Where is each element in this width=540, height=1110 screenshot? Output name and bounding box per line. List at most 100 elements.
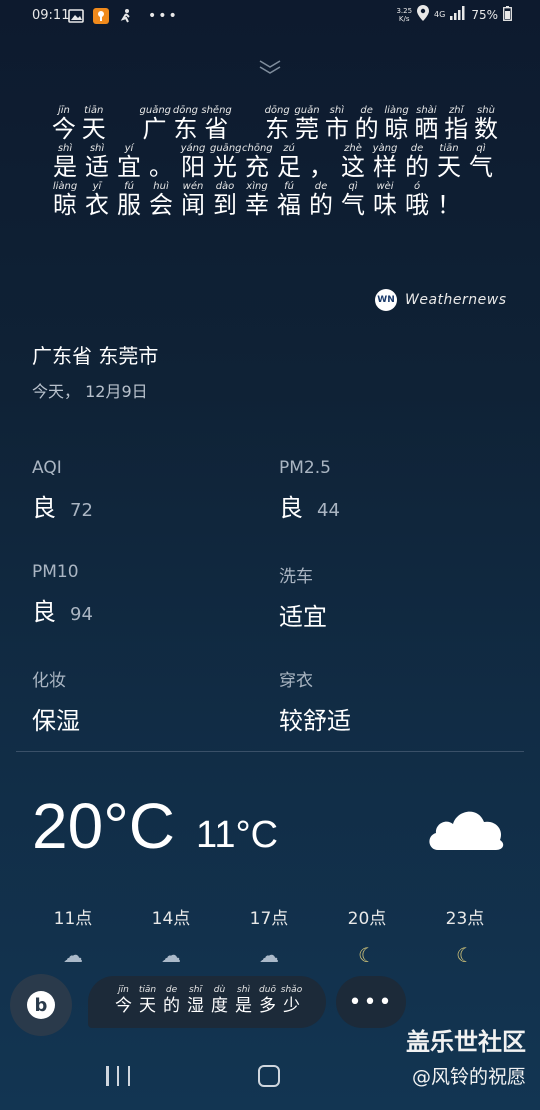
ruby-char: qì 气 [466, 142, 496, 180]
index-label: 穿衣 [279, 671, 313, 691]
hanzi: 闻 [181, 191, 205, 219]
ruby-char: chōng 充 [242, 142, 273, 180]
index-value: 良 [279, 494, 303, 522]
ruby-char: shì 是 [232, 984, 255, 1016]
signal-icon [450, 6, 466, 23]
hanzi: 阳 [181, 153, 205, 181]
pinyin: dù [213, 985, 226, 995]
ruby-char: 。 [146, 142, 176, 180]
location-icon [417, 5, 430, 24]
home-button[interactable] [258, 1065, 280, 1087]
pinyin: shī [189, 985, 202, 995]
hanzi: 到 [213, 191, 237, 219]
collapse-chevron-icon[interactable] [258, 58, 282, 76]
ruby-char: huì 会 [146, 180, 176, 218]
pinyin: de [165, 985, 178, 995]
ruby-char: wèi 味 [370, 180, 400, 218]
ruby-char [233, 104, 261, 142]
ruby-char: tiān 天 [80, 104, 108, 142]
ruby-char: tiān 天 [434, 142, 464, 180]
ruby-char: xìng 幸 [242, 180, 272, 218]
hanzi: 福 [277, 191, 301, 219]
ruby-char: wén 闻 [178, 180, 208, 218]
hanzi: 今 [115, 996, 132, 1016]
hanzi: 市 [324, 115, 349, 143]
hanzi: 天 [81, 115, 106, 143]
index-pm10: PM10 良 94 [32, 562, 252, 627]
ruby-char: yí 宜 [114, 142, 144, 180]
hanzi: 天 [437, 153, 461, 181]
hanzi: 。 [149, 153, 173, 181]
location-title: 广东省 东莞市 [32, 344, 159, 368]
hanzi: 衣 [85, 191, 109, 219]
cloud-icon [424, 800, 508, 856]
status-bar: 09:11 ••• 3.25 K/s 4G 75% [0, 0, 540, 34]
hanzi: 光 [213, 153, 237, 181]
moon-icon: ☾ [358, 943, 376, 967]
index-label: PM10 [32, 562, 79, 582]
ruby-char: liàng 晾 [50, 180, 80, 218]
index-label: PM2.5 [279, 458, 331, 478]
pinyin: shǎo [280, 985, 303, 995]
ruby-char: de 的 [160, 984, 183, 1016]
hanzi: 适 [85, 153, 109, 181]
current-temperature: 20°C [32, 790, 175, 862]
ruby-char: liàng 晾 [383, 104, 411, 142]
hanzi: 会 [149, 191, 173, 219]
app-notification-icon [93, 7, 109, 25]
hour-label: 17点 [249, 909, 289, 929]
ruby-char: guāng 光 [210, 142, 242, 181]
ruby-char: shài 晒 [412, 104, 440, 142]
hanzi: 广 [142, 115, 167, 143]
hanzi: 湿 [187, 996, 204, 1016]
hour-label: 14点 [151, 909, 191, 929]
ruby-char: de 的 [306, 180, 336, 218]
bixby-button[interactable]: b [10, 974, 72, 1036]
network-speed: 3.25 K/s [396, 7, 412, 23]
hour-label: 23点 [445, 909, 485, 929]
hanzi: 少 [283, 996, 300, 1016]
ruby-char: yáng 阳 [178, 142, 208, 180]
recent-apps-button[interactable] [106, 1066, 130, 1088]
hanzi: 度 [211, 996, 228, 1016]
ruby-char: fú 服 [114, 180, 144, 218]
hanzi: 莞 [294, 115, 319, 143]
hanzi: 多 [259, 996, 276, 1016]
weathernews-logo: WN [375, 289, 397, 311]
sentence-line: shì 是 shì 适 yí 宜。 yáng 阳 guāng 光 chōng 充 zú 足， zhè 这 yàn… [50, 142, 500, 180]
hanzi: 天 [139, 996, 156, 1016]
ruby-char: shī 湿 [184, 984, 207, 1016]
hanzi: 幸 [245, 191, 269, 219]
speed-unit: K/s [398, 14, 410, 23]
walking-icon [118, 7, 134, 25]
index-label: 化妆 [32, 671, 66, 691]
hanzi: 宜 [117, 153, 141, 181]
ruby-char: qì 气 [338, 180, 368, 218]
index-clothing: 穿衣 较舒适 [279, 666, 499, 736]
navigation-bar [0, 1058, 540, 1098]
hanzi: 是 [53, 153, 77, 181]
weathernews-attribution[interactable]: WN Weathernews [375, 289, 507, 311]
bixby-response-text: jīn 今 tiān 天 guǎng 广 dōng 东 shěng 省 dōng 东 guǎn 莞 sh… [50, 104, 500, 218]
hourly-forecast: 11点 ☁ 14点 ☁ 17点 ☁ 20点 ☾ 23点 ☾ [24, 904, 524, 967]
ruby-char: ， [306, 142, 336, 180]
speed-value: 3.25 [396, 6, 413, 15]
hanzi: 东 [173, 115, 198, 143]
index-label: 洗车 [279, 567, 313, 587]
battery-percent: 75% [471, 7, 498, 22]
user-query-bubble[interactable]: jīn 今 tiān 天 de 的 shī 湿 dù 度 shì 是 duō 多 shǎo 少 [88, 976, 326, 1028]
pinyin: duō [259, 985, 276, 995]
hanzi: 的 [309, 191, 333, 219]
ruby-char: jīn 今 [50, 104, 78, 142]
ruby-char: fú 福 [274, 180, 304, 218]
ruby-char: shì 是 [50, 142, 80, 180]
hour-label: 11点 [53, 909, 93, 929]
ruby-char: duō 多 [256, 984, 279, 1016]
more-options-button[interactable]: ••• [336, 976, 406, 1028]
hourly-item: 11点 ☁ [24, 904, 122, 967]
hanzi: 气 [469, 153, 493, 181]
hanzi: 今 [51, 115, 76, 143]
hour-label: 20点 [347, 909, 387, 929]
hanzi: 省 [204, 115, 229, 143]
ruby-char: dōng 东 [263, 104, 291, 142]
